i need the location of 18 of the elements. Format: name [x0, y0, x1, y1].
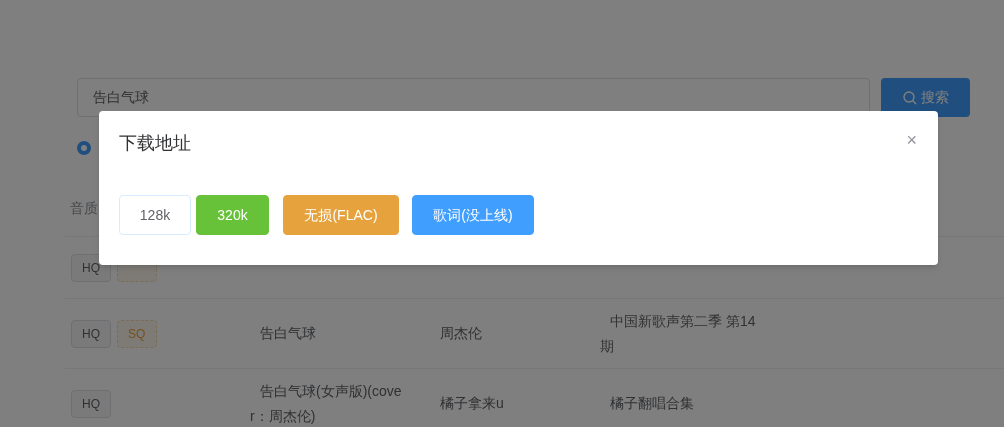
artist-name: 周杰伦 — [439, 324, 483, 343]
download-button[interactable]: 320k — [196, 195, 269, 235]
dialog-title: 下载地址 — [119, 132, 191, 155]
download-button[interactable]: 128k — [119, 195, 191, 235]
download-button[interactable]: 无损(FLAC) — [283, 195, 399, 235]
search-icon — [902, 90, 917, 105]
close-button[interactable]: × — [906, 131, 917, 149]
quality-tag: HQ — [71, 319, 111, 348]
search-button[interactable]: 搜索 — [881, 78, 970, 117]
quality-tag: SQ — [117, 319, 157, 348]
album-name: 中国新歌声第二季 第14期 — [600, 311, 757, 356]
song-title: 告白气球(女声版)(cover：周杰伦) — [250, 381, 403, 426]
radio-button[interactable] — [77, 141, 91, 155]
album-name: 橘子翻唱合集 — [609, 394, 695, 413]
download-button[interactable]: 歌词(没上线) — [412, 195, 534, 235]
artist-name: 橘子拿来u — [439, 394, 505, 413]
quality-tag: HQ — [71, 389, 111, 418]
song-title: 告白气球 — [259, 324, 317, 343]
